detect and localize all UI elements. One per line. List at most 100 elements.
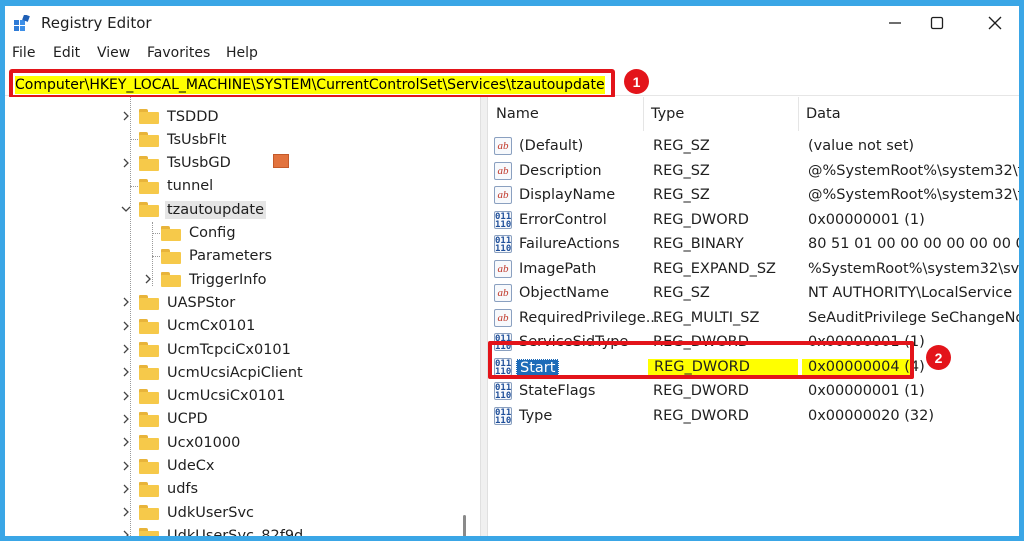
address-bar[interactable]: Computer\HKEY_LOCAL_MACHINE\SYSTEM\Curre…: [5, 66, 1019, 99]
address-path[interactable]: Computer\HKEY_LOCAL_MACHINE\SYSTEM\Curre…: [15, 76, 605, 94]
value-name: StateFlags: [519, 383, 596, 399]
tree-item[interactable]: UCPD: [139, 408, 210, 431]
value-type: REG_SZ: [653, 187, 710, 203]
tree-item[interactable]: TsUsbFlt: [139, 128, 228, 151]
pane-splitter[interactable]: [480, 97, 488, 536]
value-data: 0x00000001 (1): [808, 383, 925, 399]
menu-file[interactable]: File: [12, 45, 35, 61]
tree-item-label: UcmUcsiAcpiClient: [167, 364, 303, 381]
chevron-right-icon[interactable]: [121, 367, 131, 377]
minimize-button[interactable]: [871, 6, 919, 40]
menu-favorites[interactable]: Favorites: [147, 45, 210, 61]
menu-help[interactable]: Help: [226, 45, 258, 61]
tree-item[interactable]: tzautoupdate: [139, 198, 267, 221]
tree-item[interactable]: TriggerInfo: [161, 268, 268, 291]
value-row[interactable]: ab (Default) REG_SZ (value not set): [488, 135, 1019, 159]
value-type: REG_SZ: [653, 285, 710, 301]
column-separator[interactable]: [798, 97, 799, 131]
value-name: DisplayName: [519, 187, 616, 203]
chevron-right-icon[interactable]: [121, 437, 131, 447]
tree-item-label: TsUsbGD: [167, 155, 231, 172]
maximize-button[interactable]: [913, 6, 961, 40]
tree-item-label: UdkUserSvc: [167, 504, 255, 521]
key-tree[interactable]: TSDDD TsUsbFlt TsUsbGD tunnel tzautoupdate Co…: [5, 97, 480, 536]
string-value-icon: ab: [494, 259, 512, 278]
folder-icon: [139, 318, 159, 334]
value-row[interactable]: ab Description REG_SZ @%SystemRoot%\system3…: [488, 160, 1019, 184]
close-button[interactable]: [971, 6, 1019, 40]
value-type: REG_MULTI_SZ: [653, 309, 760, 326]
tree-item[interactable]: UcmTcpciCx0101: [139, 338, 293, 361]
value-data: %SystemRoot%\system32\svch: [808, 260, 1019, 277]
values-list[interactable]: Name Type Data ab (Default) REG_SZ (value n…: [488, 97, 1019, 536]
tree-item-label: Ucx01000: [167, 434, 241, 451]
value-name: RequiredPrivilege...: [519, 309, 660, 326]
tree-item-label: Config: [189, 225, 236, 241]
folder-icon: [139, 202, 159, 218]
chevron-right-icon[interactable]: [121, 344, 131, 354]
column-header-type[interactable]: Type: [651, 97, 684, 131]
column-separator[interactable]: [643, 97, 644, 131]
value-row[interactable]: 011 110 FailureActions REG_BINARY 80 51 01 …: [488, 233, 1019, 257]
tree-item[interactable]: Ucx01000: [139, 431, 242, 454]
registry-editor-window: Registry Editor File Edit View Favorites…: [5, 6, 1019, 536]
tree-item-label: TsUsbFlt: [167, 131, 227, 148]
tree-item[interactable]: TsUsbGD: [139, 152, 233, 175]
binary-value-icon: 011 110: [494, 382, 512, 401]
chevron-right-icon[interactable]: [121, 158, 131, 168]
chevron-right-icon[interactable]: [121, 391, 131, 401]
title-bar: Registry Editor: [5, 6, 1019, 42]
column-header-data[interactable]: Data: [806, 97, 841, 131]
tree-branch-line: [152, 232, 160, 234]
value-row[interactable]: ab RequiredPrivilege... REG_MULTI_SZ SeAudi…: [488, 307, 1019, 331]
value-row[interactable]: 011 110 StateFlags REG_DWORD 0x00000001 (1): [488, 380, 1019, 404]
folder-icon: [139, 505, 159, 521]
menu-edit[interactable]: Edit: [53, 45, 80, 61]
value-row[interactable]: ab ObjectName REG_SZ NT AUTHORITY\LocalServ…: [488, 282, 1019, 306]
chevron-right-icon[interactable]: [121, 484, 131, 494]
tree-item[interactable]: UdkUserSvc_82f9d: [139, 524, 305, 536]
chevron-right-icon[interactable]: [121, 507, 131, 517]
folder-icon: [139, 528, 159, 536]
chevron-right-icon[interactable]: [121, 414, 131, 424]
minimize-icon: [889, 22, 901, 24]
tree-item[interactable]: UcmUcsiCx0101: [139, 385, 288, 408]
tree-item[interactable]: TSDDD: [139, 105, 221, 128]
value-row[interactable]: 011 110 ErrorControl REG_DWORD 0x00000001 (…: [488, 209, 1019, 233]
folder-icon: [139, 155, 159, 171]
tree-item[interactable]: Config: [161, 222, 238, 245]
chevron-right-icon[interactable]: [121, 461, 131, 471]
menu-view[interactable]: View: [97, 45, 130, 61]
column-header-name[interactable]: Name: [496, 97, 539, 131]
tree-item[interactable]: UdkUserSvc: [139, 501, 256, 524]
tree-item[interactable]: UcmUcsiAcpiClient: [139, 361, 305, 384]
close-icon: [988, 16, 1002, 30]
maximize-icon: [930, 16, 944, 30]
chevron-right-icon[interactable]: [121, 530, 131, 536]
tree-item[interactable]: udfs: [139, 478, 200, 501]
chevron-right-icon[interactable]: [121, 321, 131, 331]
value-data: NT AUTHORITY\LocalService: [808, 285, 1013, 301]
tree-scrollbar-thumb[interactable]: [463, 515, 466, 536]
chevron-right-icon[interactable]: [121, 297, 131, 307]
value-row[interactable]: ab DisplayName REG_SZ @%SystemRoot%\system3…: [488, 184, 1019, 208]
binary-value-icon: 011 110: [494, 210, 512, 230]
tree-item[interactable]: UASPStor: [139, 291, 237, 314]
tree-item-label: UcmCx0101: [167, 318, 256, 335]
string-value-icon: ab: [494, 161, 512, 180]
value-data: @%SystemRoot%\system32\tza: [808, 187, 1019, 203]
value-row[interactable]: ab ImagePath REG_EXPAND_SZ %SystemRoot%\sys…: [488, 258, 1019, 282]
tree-item[interactable]: Parameters: [161, 245, 274, 268]
chevron-right-icon[interactable]: [121, 111, 131, 121]
tree-item-label: UdeCx: [167, 458, 215, 474]
tree-item[interactable]: UdeCx: [139, 455, 216, 478]
value-data: SeAuditPrivilege SeChangeNotif: [808, 309, 1019, 326]
value-row[interactable]: 011 110 Type REG_DWORD 0x00000020 (32): [488, 405, 1019, 429]
value-name: (Default): [519, 138, 584, 154]
chevron-down-icon[interactable]: [121, 204, 131, 214]
chevron-right-icon[interactable]: [143, 274, 153, 284]
value-data: 80 51 01 00 00 00 00 00 00 00 00 0: [808, 236, 1019, 252]
tree-item[interactable]: tunnel: [139, 175, 215, 198]
tree-item[interactable]: UcmCx0101: [139, 315, 257, 338]
value-name: Description: [519, 162, 602, 179]
